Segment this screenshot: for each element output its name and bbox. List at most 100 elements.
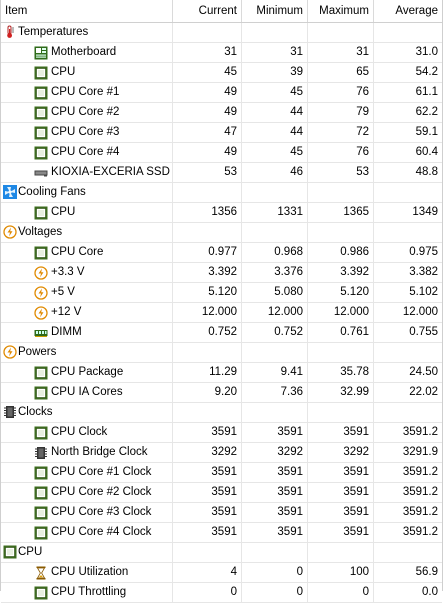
sensor-name-cell: CPU Utilization (1, 563, 173, 582)
sensor-row[interactable]: Motherboard 31 31 31 31.0 (1, 43, 442, 63)
group-empty-cell (374, 23, 442, 42)
group-row[interactable]: Temperatures (1, 23, 442, 43)
sensor-row[interactable]: CPU Package 11.29 9.41 35.78 24.50 (1, 363, 442, 383)
sensor-row[interactable]: CPU Core #3 47 44 72 59.1 (1, 123, 442, 143)
cpu-chip-icon (3, 545, 17, 559)
value-current: 49 (173, 103, 242, 122)
sensor-row[interactable]: CPU Clock 3591 3591 3591 3591.2 (1, 423, 442, 443)
cpu-chip-icon (34, 126, 48, 140)
sensor-row[interactable]: CPU Core #2 Clock 3591 3591 3591 3591.2 (1, 483, 442, 503)
group-row[interactable]: Cooling Fans (1, 183, 442, 203)
value-current: 3591 (173, 523, 242, 542)
sensor-row[interactable]: North Bridge Clock 3292 3292 3292 3291.9 (1, 443, 442, 463)
group-row[interactable]: Voltages (1, 223, 442, 243)
column-header-current[interactable]: Current (173, 0, 242, 22)
value-average: 5.102 (409, 286, 438, 298)
sensor-row[interactable]: CPU Core #3 Clock 3591 3591 3591 3591.2 (1, 503, 442, 523)
sensor-row[interactable]: CPU Core #2 49 44 79 62.2 (1, 103, 442, 123)
group-empty-cell (242, 343, 308, 362)
sensor-label: CPU Throttling (51, 586, 127, 598)
column-header-minimum[interactable]: Minimum (242, 0, 308, 22)
value-minimum: 0 (242, 563, 308, 582)
column-header-average[interactable]: Average (374, 0, 442, 22)
value-current: 31 (173, 43, 242, 62)
group-label: Temperatures (18, 26, 89, 38)
group-name-cell: Powers (1, 343, 173, 362)
sensor-label: CPU Core #3 (51, 126, 120, 138)
value-current: 49 (173, 143, 242, 162)
sensor-name-cell: North Bridge Clock (1, 443, 173, 462)
group-row[interactable]: Clocks (1, 403, 442, 423)
sensor-label: CPU Core #4 Clock (51, 526, 152, 538)
memory-icon (34, 326, 48, 340)
sensor-row[interactable]: CPU Core #1 49 45 76 61.1 (1, 83, 442, 103)
sensor-row[interactable]: +3.3 V 3.392 3.376 3.392 3.382 (1, 263, 442, 283)
group-name-cell: Temperatures (1, 23, 173, 42)
value-minimum: 5.080 (242, 283, 308, 302)
sensor-row[interactable]: CPU 1356 1331 1365 1349 (1, 203, 442, 223)
sensor-row[interactable]: CPU Core 0.977 0.968 0.986 0.975 (1, 243, 442, 263)
value-average: 59.1 (415, 126, 438, 138)
sensor-row[interactable]: DIMM 0.752 0.752 0.761 0.755 (1, 323, 442, 343)
group-empty-cell (242, 543, 308, 562)
sensor-row[interactable]: CPU 45 39 65 54.2 (1, 63, 442, 83)
group-name-cell: Clocks (1, 403, 173, 422)
group-empty-cell (308, 343, 374, 362)
sensor-name-cell: CPU Core #3 (1, 123, 173, 142)
group-empty-cell (308, 183, 374, 202)
sensor-row[interactable]: CPU Utilization 4 0 100 56.9 (1, 563, 442, 583)
sensor-name-cell: CPU Core #4 (1, 143, 173, 162)
lightning-icon (34, 305, 48, 320)
value-average: 0.755 (409, 326, 438, 338)
value-current: 3591 (173, 463, 242, 482)
value-minimum: 3591 (242, 463, 308, 482)
fan-icon (3, 185, 17, 199)
cpu-chip-icon (34, 426, 48, 440)
group-empty-cell (242, 403, 308, 422)
sensor-label: CPU Core #2 Clock (51, 486, 152, 498)
group-label: Powers (18, 346, 57, 358)
cpu-chip-icon (34, 506, 48, 520)
value-maximum: 32.99 (308, 383, 374, 402)
lightning-icon (3, 345, 17, 359)
value-maximum: 3591 (308, 483, 374, 502)
group-row[interactable]: Powers (1, 343, 442, 363)
value-maximum: 1365 (308, 203, 374, 222)
sensor-name-cell: Motherboard (1, 43, 173, 62)
sensor-label: CPU Core #1 Clock (51, 466, 152, 478)
value-average: 56.9 (415, 566, 438, 578)
lightning-icon (34, 285, 48, 300)
sensor-row[interactable]: CPU Throttling 0 0 0 0.0 (1, 583, 442, 603)
value-average: 12.000 (402, 306, 438, 318)
value-average: 60.4 (415, 146, 438, 158)
value-minimum: 3.376 (242, 263, 308, 282)
value-minimum: 12.000 (242, 303, 308, 322)
value-minimum: 7.36 (242, 383, 308, 402)
sensor-row[interactable]: CPU IA Cores 9.20 7.36 32.99 22.02 (1, 383, 442, 403)
value-current: 0.752 (173, 323, 242, 342)
cpu-chip-icon (34, 106, 48, 120)
value-current: 3591 (173, 423, 242, 442)
column-header-item[interactable]: Item (1, 0, 173, 22)
sensor-row[interactable]: +12 V 12.000 12.000 12.000 12.000 (1, 303, 442, 323)
value-average: 1349 (412, 206, 438, 218)
group-name-cell: CPU (1, 543, 173, 562)
sensor-row[interactable]: CPU Core #1 Clock 3591 3591 3591 3591.2 (1, 463, 442, 483)
value-current: 0.977 (173, 243, 242, 262)
group-name-cell: Cooling Fans (1, 183, 173, 202)
sensor-label: CPU (51, 206, 76, 218)
sensor-label: KIOXIA-EXCERIA SSD (51, 166, 170, 178)
value-maximum: 31 (308, 43, 374, 62)
value-average: 0.0 (422, 586, 438, 598)
column-header-maximum[interactable]: Maximum (308, 0, 374, 22)
sensor-row[interactable]: CPU Core #4 Clock 3591 3591 3591 3591.2 (1, 523, 442, 543)
sensor-label: CPU Package (51, 366, 124, 378)
group-row[interactable]: CPU (1, 543, 442, 563)
sensor-row[interactable]: CPU Core #4 49 45 76 60.4 (1, 143, 442, 163)
sensor-label: CPU Core #4 (51, 146, 120, 158)
value-minimum: 3591 (242, 483, 308, 502)
sensor-row[interactable]: KIOXIA-EXCERIA SSD 53 46 53 48.8 (1, 163, 442, 183)
group-empty-cell (374, 223, 442, 242)
sensor-row[interactable]: +5 V 5.120 5.080 5.120 5.102 (1, 283, 442, 303)
group-empty-cell (242, 183, 308, 202)
